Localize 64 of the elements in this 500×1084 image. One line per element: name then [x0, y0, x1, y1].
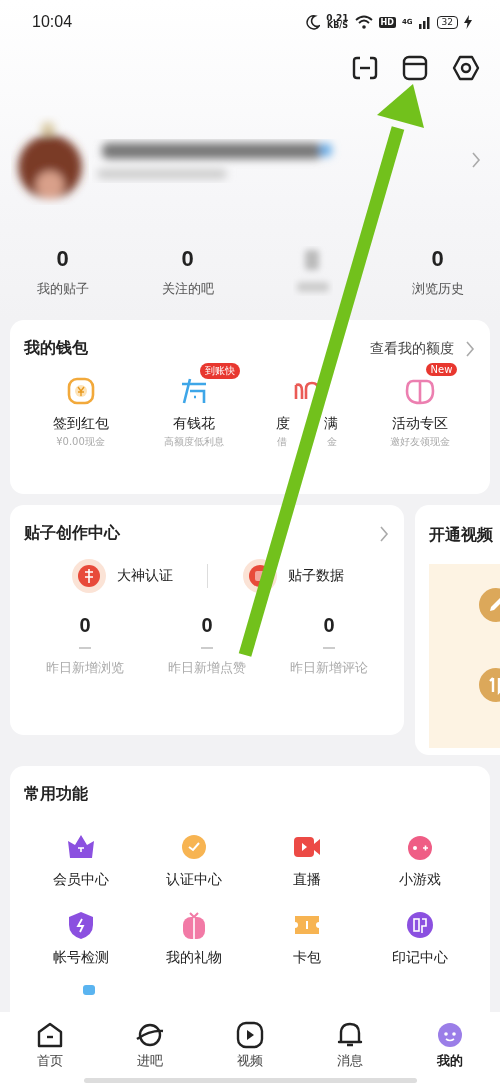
- home-icon[interactable]: [35, 1020, 65, 1050]
- wifi-icon: [354, 15, 373, 29]
- action-label[interactable]: 贴子数据: [287, 567, 344, 585]
- card-title: 开通视频: [429, 525, 493, 544]
- function-label[interactable]: 认证中心: [165, 871, 222, 889]
- face-icon[interactable]: [435, 1020, 465, 1050]
- wallet-item-label[interactable]: 有钱花: [172, 415, 215, 433]
- quota-link[interactable]: 查看我的额度: [370, 339, 454, 358]
- function-label[interactable]: 卡包: [292, 949, 321, 967]
- stat-label[interactable]: 关注的吧: [161, 280, 214, 298]
- card-title: 常用功能: [24, 784, 89, 805]
- tab[interactable]: 我的: [400, 1012, 500, 1076]
- tab[interactable]: 首页: [0, 1012, 100, 1076]
- signal-icon: [418, 15, 431, 29]
- stat-value[interactable]: 0: [56, 246, 69, 272]
- moon-icon: [306, 14, 321, 30]
- function-label[interactable]: 会员中心: [52, 871, 109, 889]
- metric-label: 昨日新增评论: [290, 659, 368, 677]
- chart-icon[interactable]: [241, 558, 278, 594]
- metric-value: 0: [201, 614, 213, 637]
- seal-icon[interactable]: [70, 558, 107, 594]
- badge: 到账快: [199, 363, 240, 379]
- card-title: 贴子创作中心: [24, 523, 120, 544]
- metric-label: 昨日新增浏览: [46, 659, 124, 677]
- battery-level: 32: [436, 15, 458, 29]
- chevron-icon[interactable]: [378, 524, 390, 543]
- stat-label[interactable]: 我的贴子: [36, 280, 89, 298]
- function-label[interactable]: 我的礼物: [165, 949, 222, 967]
- wallet-item-label[interactable]: 度: [275, 415, 290, 433]
- box-icon[interactable]: [402, 55, 428, 81]
- chevron-icon[interactable]: [464, 339, 476, 358]
- stat-value[interactable]: 0: [181, 246, 194, 272]
- partial-icon: [83, 985, 95, 995]
- status-time: 10:04: [32, 13, 73, 31]
- metric-value: 0: [79, 614, 91, 637]
- chevron-icon[interactable]: [470, 151, 482, 169]
- stat-value[interactable]: 0: [431, 246, 444, 272]
- function-label[interactable]: 小游戏: [398, 871, 441, 889]
- hd-indicator: HD: [378, 16, 396, 28]
- card-title: 我的钱包: [24, 338, 88, 359]
- function-label[interactable]: 印记中心: [391, 949, 448, 967]
- tab[interactable]: 进吧: [100, 1012, 200, 1076]
- tab[interactable]: 消息: [300, 1012, 400, 1076]
- function-label[interactable]: 直播: [292, 871, 321, 889]
- wallet-item-subtitle: ¥0.00现金: [56, 435, 105, 449]
- wallet-item-label[interactable]: 满: [323, 415, 338, 433]
- settings-icon[interactable]: [452, 55, 480, 81]
- network-speed: 0.21 KB/S: [326, 14, 349, 30]
- charging-icon: [464, 15, 472, 29]
- wallet-item-subtitle: 邀好友领现金: [389, 435, 450, 449]
- wallet-item-subtitle: 高额度低利息: [163, 435, 224, 449]
- play-icon[interactable]: [235, 1020, 265, 1050]
- wallet-item-label[interactable]: 活动专区: [391, 415, 448, 433]
- action-label[interactable]: 大神认证: [116, 567, 173, 585]
- scan-icon[interactable]: [352, 55, 378, 81]
- wallet-item-label[interactable]: 签到红包: [52, 415, 109, 433]
- badge: New: [425, 363, 458, 376]
- stat-label[interactable]: 浏览历史: [411, 280, 464, 298]
- tab[interactable]: 视频: [200, 1012, 300, 1076]
- metric-value: 0: [323, 614, 335, 637]
- wallet-item-subtitle: 借: [276, 435, 287, 449]
- wallet-item-subtitle: 金: [326, 435, 337, 449]
- metric-label: 昨日新增点赞: [168, 659, 246, 677]
- function-label[interactable]: 帐号检测: [52, 949, 109, 967]
